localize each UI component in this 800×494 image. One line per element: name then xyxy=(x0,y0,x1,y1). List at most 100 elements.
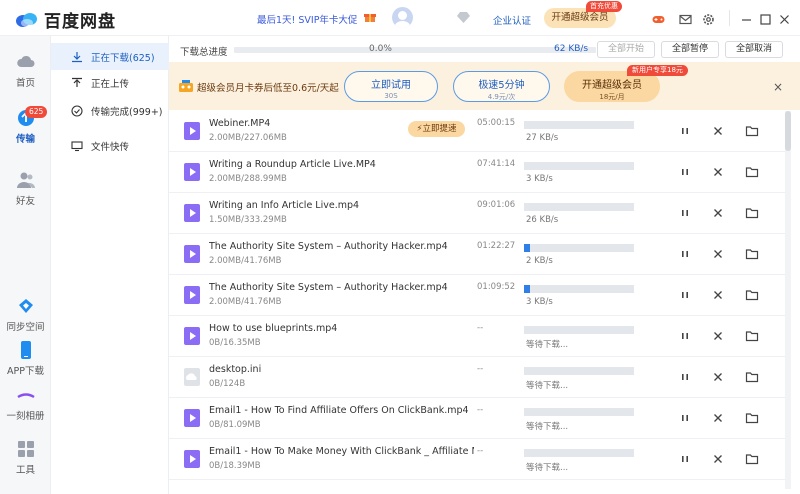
download-row[interactable]: Email1 - How To Make Money With ClickBan… xyxy=(169,439,791,480)
speed-5min-button[interactable]: 极速5分钟 4.9元/次 xyxy=(453,71,550,102)
file-size: 2.00MB/288.99MB xyxy=(209,174,287,184)
folder-icon[interactable] xyxy=(745,164,759,178)
pause-icon[interactable] xyxy=(678,164,692,178)
download-row[interactable]: The Authority Site System – Authority Ha… xyxy=(169,234,791,275)
video-file-icon xyxy=(184,286,200,304)
avatar[interactable] xyxy=(392,7,413,28)
start-all-button[interactable]: 全部开始 xyxy=(597,41,655,58)
pause-all-button[interactable]: 全部暂停 xyxy=(661,41,719,58)
cancel-icon[interactable] xyxy=(711,205,725,219)
pause-icon[interactable] xyxy=(678,369,692,383)
transfer-subnav: 正在下载(625) 正在上传 传输完成(999+) 文件快传 xyxy=(51,36,169,494)
nav-app-download[interactable]: APP下载 xyxy=(0,340,51,377)
sync-icon xyxy=(18,299,33,313)
scrollbar[interactable] xyxy=(785,111,791,489)
folder-icon[interactable] xyxy=(745,410,759,424)
cancel-all-button[interactable]: 全部取消 xyxy=(725,41,783,58)
super-vip-sub: 18元/月 xyxy=(599,93,625,101)
pause-icon[interactable] xyxy=(678,287,692,301)
file-name: The Authority Site System – Authority Ha… xyxy=(209,241,448,252)
subnav-completed[interactable]: 传输完成(999+) xyxy=(51,97,169,124)
pause-icon[interactable] xyxy=(678,410,692,424)
folder-icon[interactable] xyxy=(745,205,759,219)
time-remaining: 01:09:52 xyxy=(477,282,516,292)
maximize-icon[interactable] xyxy=(759,11,772,25)
download-row[interactable]: Writing a Roundup Article Live.MP4 2.00MB… xyxy=(169,152,791,193)
tools-icon xyxy=(17,441,34,457)
download-icon xyxy=(72,51,82,62)
minimize-icon[interactable] xyxy=(740,11,753,24)
boost-speed-button[interactable]: ⚡立即提速 xyxy=(408,121,465,137)
folder-icon[interactable] xyxy=(745,369,759,383)
folder-icon[interactable] xyxy=(745,123,759,137)
download-row[interactable]: How to use blueprints.mp4 0B/16.35MB -- 等待下… xyxy=(169,316,791,357)
cancel-icon[interactable] xyxy=(711,164,725,178)
vip-crown-icon xyxy=(179,80,193,92)
overall-speed: 62 KB/s xyxy=(554,44,589,54)
file-size: 1.50MB/333.29MB xyxy=(209,215,287,225)
vip-banner: 超级会员月卡券后低至0.6元/天起 立即试用 30S 极速5分钟 4.9元/次 … xyxy=(169,62,800,110)
enterprise-auth-link[interactable]: 企业认证 xyxy=(493,13,531,27)
cancel-icon[interactable] xyxy=(711,410,725,424)
monitor-icon xyxy=(71,140,83,151)
nav-home[interactable]: 首页 xyxy=(0,52,51,89)
download-status: 2 KB/s xyxy=(526,256,553,266)
promo-link[interactable]: 最后1天! SVIP年卡大促 xyxy=(257,12,357,26)
banner-text: 超级会员月卡券后低至0.6元/天起 xyxy=(197,83,339,94)
phone-icon xyxy=(20,341,31,359)
pause-icon[interactable] xyxy=(678,246,692,260)
download-status: 27 KB/s xyxy=(526,133,559,143)
nav-friends[interactable]: 好友 xyxy=(0,170,51,207)
download-row[interactable]: Writing an Info Article Live.mp4 1.50MB/3… xyxy=(169,193,791,234)
nav-sync-space[interactable]: 同步空间 xyxy=(0,296,51,333)
pause-icon[interactable] xyxy=(678,205,692,219)
nav-tools-label: 工具 xyxy=(15,465,35,476)
folder-icon[interactable] xyxy=(745,246,759,260)
mail-icon[interactable] xyxy=(679,11,692,25)
cancel-icon[interactable] xyxy=(711,287,725,301)
diamond-icon[interactable] xyxy=(457,12,470,23)
time-remaining: 01:22:27 xyxy=(477,241,516,251)
download-row[interactable]: Email1 - How To Find Affiliate Offers On… xyxy=(169,398,791,439)
nav-friends-label: 好友 xyxy=(15,196,35,207)
subnav-quick-transfer[interactable]: 文件快传 xyxy=(51,132,169,159)
time-remaining: -- xyxy=(477,323,484,333)
left-nav: 首页 传输 625 好友 同步空间 APP下载 一刻相册 工具 xyxy=(0,36,51,494)
download-row[interactable]: desktop.ini 0B/124B -- 等待下载... xyxy=(169,357,791,398)
time-remaining: -- xyxy=(477,364,484,374)
folder-icon[interactable] xyxy=(745,451,759,465)
banner-close-icon[interactable]: × xyxy=(773,80,783,94)
cancel-icon[interactable] xyxy=(711,246,725,260)
gift-icon[interactable] xyxy=(364,11,376,23)
subnav-downloading[interactable]: 正在下载(625) xyxy=(51,43,169,70)
trial-now-button[interactable]: 立即试用 30S xyxy=(344,71,438,102)
file-size: 0B/18.39MB xyxy=(209,461,261,471)
download-row[interactable]: The Authority Site System – Authority Ha… xyxy=(169,275,791,316)
subnav-uploading[interactable]: 正在上传 xyxy=(51,69,169,96)
pause-icon[interactable] xyxy=(678,328,692,342)
scrollbar-thumb[interactable] xyxy=(785,111,791,151)
pause-icon[interactable] xyxy=(678,451,692,465)
close-icon[interactable] xyxy=(778,11,791,24)
download-status: 等待下载... xyxy=(526,422,569,432)
file-name: Writing an Info Article Live.mp4 xyxy=(209,200,360,211)
friends-icon xyxy=(16,172,35,188)
cancel-icon[interactable] xyxy=(711,369,725,383)
game-icon[interactable] xyxy=(652,11,665,24)
folder-icon[interactable] xyxy=(745,287,759,301)
nav-album[interactable]: 一刻相册 xyxy=(0,385,51,422)
gear-icon[interactable] xyxy=(702,11,715,25)
cancel-icon[interactable] xyxy=(711,123,725,137)
file-size: 0B/81.09MB xyxy=(209,420,261,430)
cancel-icon[interactable] xyxy=(711,451,725,465)
cancel-icon[interactable] xyxy=(711,328,725,342)
subnav-quick-transfer-label: 文件快传 xyxy=(91,141,130,153)
nav-tools[interactable]: 工具 xyxy=(0,439,51,476)
pause-icon[interactable] xyxy=(678,123,692,137)
file-name: How to use blueprints.mp4 xyxy=(209,323,338,334)
video-file-icon xyxy=(184,409,200,427)
trial-sub: 30S xyxy=(384,92,398,100)
subnav-uploading-label: 正在上传 xyxy=(91,78,130,90)
download-row[interactable]: Webiner.MP4 2.00MB/227.06MB ⚡立即提速 05:00:15 2… xyxy=(169,111,791,152)
folder-icon[interactable] xyxy=(745,328,759,342)
